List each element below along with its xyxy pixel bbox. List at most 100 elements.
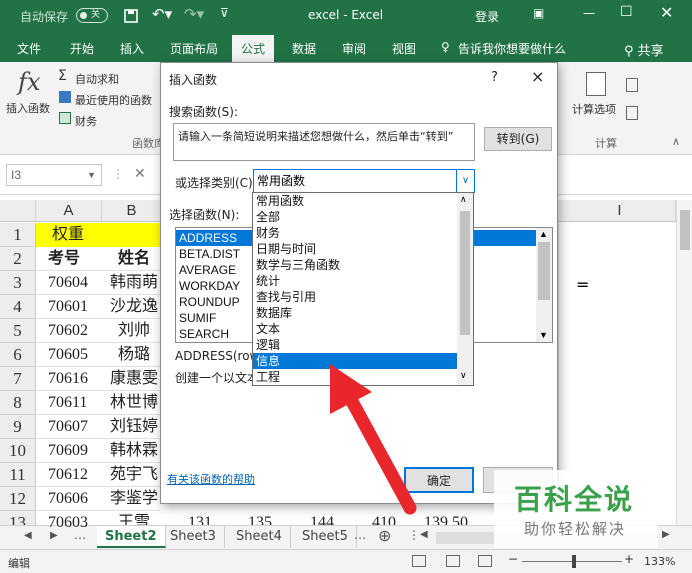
cell-a[interactable]: 70606: [48, 487, 88, 511]
cell-a[interactable]: 70603: [48, 511, 88, 535]
normal-view-icon[interactable]: [412, 555, 426, 567]
row-header[interactable]: 6: [0, 343, 36, 367]
tab-insert[interactable]: 插入: [120, 40, 144, 57]
row-header[interactable]: 2: [0, 247, 36, 271]
category-dropdown-list[interactable]: 常用函数 全部 财务 日期与时间 数学与三角函数 统计 查找与引用 数据库 文本 逻辑 信息 工程 ∧…: [252, 192, 474, 386]
login-link[interactable]: 登录: [475, 8, 499, 25]
page-layout-view-icon[interactable]: [446, 555, 460, 567]
tab-view[interactable]: 视图: [392, 40, 416, 57]
cell-b[interactable]: 沙龙逸: [110, 295, 158, 319]
sheet-tab-sheet4[interactable]: Sheet4: [228, 526, 291, 548]
cell-a[interactable]: 70605: [48, 343, 88, 367]
row-header[interactable]: 12: [0, 487, 36, 511]
redo-icon[interactable]: ↷▾: [184, 5, 204, 23]
calc-sheet-icon[interactable]: [626, 106, 638, 120]
cell-a[interactable]: 70607: [48, 415, 88, 439]
maximize-icon[interactable]: ☐: [620, 4, 633, 20]
prev-sheet-icon[interactable]: ◀: [24, 530, 32, 541]
zoom-in-icon[interactable]: +: [624, 552, 634, 566]
column-header-i[interactable]: I: [556, 200, 676, 222]
cell-b[interactable]: 韩雨萌: [110, 271, 158, 295]
cell-b[interactable]: 姓名: [118, 247, 150, 271]
function-help-link[interactable]: 有关该函数的帮助: [167, 471, 255, 487]
cell-b[interactable]: 韩林霖: [110, 439, 158, 463]
cell-a[interactable]: 考号: [48, 247, 80, 271]
zoom-out-icon[interactable]: −: [508, 552, 518, 566]
sheet-tab-sheet5[interactable]: Sheet5: [294, 526, 357, 548]
zoom-level[interactable]: 133%: [644, 555, 675, 568]
row-header[interactable]: 7: [0, 367, 36, 391]
row-header[interactable]: 3: [0, 271, 36, 295]
sheet-tab-sheet3[interactable]: Sheet3: [162, 526, 225, 548]
cell-a[interactable]: 70611: [48, 391, 87, 415]
more-sheets-icon-2[interactable]: …: [354, 528, 366, 542]
cell-b[interactable]: 苑宇飞: [110, 463, 158, 487]
category-option[interactable]: 全部: [253, 209, 457, 225]
scroll-left-icon[interactable]: ◀: [420, 529, 428, 540]
tab-file[interactable]: 文件: [17, 40, 41, 57]
row-header[interactable]: 9: [0, 415, 36, 439]
row-header[interactable]: 1: [0, 223, 36, 247]
cell-b[interactable]: 刘帅: [118, 319, 150, 343]
sheet-tab-sheet2[interactable]: Sheet2: [97, 526, 166, 548]
row-header[interactable]: 4: [0, 295, 36, 319]
cell-b[interactable]: 李鉴学: [110, 487, 158, 511]
share-button[interactable]: ⚲ 共享: [624, 40, 664, 59]
calc-now-icon[interactable]: [626, 78, 638, 92]
row-header[interactable]: 5: [0, 319, 36, 343]
row-header[interactable]: 8: [0, 391, 36, 415]
category-option[interactable]: 日期与时间: [253, 241, 457, 257]
row-header[interactable]: 11: [0, 463, 36, 487]
ribbon-display-icon[interactable]: ▣: [533, 6, 544, 20]
tab-page-layout[interactable]: 页面布局: [170, 40, 218, 57]
cell-a[interactable]: 70609: [48, 439, 88, 463]
add-sheet-icon[interactable]: ⊕: [378, 526, 391, 545]
tab-formulas[interactable]: 公式: [232, 35, 275, 62]
cell-b[interactable]: 杨璐: [118, 343, 150, 367]
cell-b[interactable]: 康惠雯: [110, 367, 158, 391]
tab-review[interactable]: 审阅: [342, 40, 366, 57]
tab-data[interactable]: 数据: [292, 40, 316, 57]
cell-a[interactable]: 70604: [48, 271, 88, 295]
row-header[interactable]: 10: [0, 439, 36, 463]
fx-icon[interactable]: fx: [18, 68, 40, 96]
tab-home[interactable]: 开始: [70, 40, 94, 57]
save-icon[interactable]: [124, 9, 138, 23]
category-option[interactable]: 统计: [253, 273, 457, 289]
close-window-icon[interactable]: ✕: [660, 3, 673, 22]
page-break-view-icon[interactable]: [478, 555, 492, 567]
customize-qat-icon[interactable]: ⊽: [220, 6, 229, 20]
goto-button[interactable]: 转到(G): [484, 127, 552, 151]
category-option[interactable]: 文本: [253, 321, 457, 337]
column-header-b[interactable]: B: [102, 200, 162, 222]
category-select[interactable]: 常用函数 ∨: [253, 169, 475, 193]
function-list-scrollbar[interactable]: ▲ ▼: [536, 228, 552, 342]
search-function-input[interactable]: 请输入一条简短说明来描述您想做什么，然后单击“转到”: [173, 123, 475, 161]
cell-a[interactable]: 70612: [48, 463, 88, 487]
tell-me-search[interactable]: 告诉我你想要做什么: [458, 40, 566, 57]
select-all-corner[interactable]: [0, 200, 36, 222]
dialog-close-icon[interactable]: ×: [531, 67, 544, 86]
minimize-icon[interactable]: —: [583, 6, 595, 20]
cell-i3-partial[interactable]: =: [576, 275, 589, 294]
category-option[interactable]: 查找与引用: [253, 289, 457, 305]
insert-function-button[interactable]: 插入函数: [6, 100, 50, 116]
calc-options-button[interactable]: 计算选项: [572, 101, 616, 117]
category-option[interactable]: 逻辑: [253, 337, 457, 353]
autosum-button[interactable]: 自动求和: [75, 71, 119, 87]
cell-a[interactable]: 70616: [48, 367, 88, 391]
autosave-toggle[interactable]: 关: [76, 8, 108, 23]
category-option[interactable]: 常用函数: [253, 193, 457, 209]
column-header-a[interactable]: A: [36, 200, 102, 222]
recent-functions-button[interactable]: 最近使用的函数: [75, 92, 152, 108]
tab-split-handle[interactable]: ⋮: [408, 528, 420, 542]
cell-b[interactable]: 林世博: [110, 391, 158, 415]
scroll-right-icon[interactable]: ▶: [662, 529, 670, 540]
cell-a[interactable]: 70602: [48, 319, 88, 343]
category-scrollbar[interactable]: ∧ ∨: [457, 193, 473, 385]
category-option[interactable]: 财务: [253, 225, 457, 241]
category-option[interactable]: 数学与三角函数: [253, 257, 457, 273]
category-option[interactable]: 数据库: [253, 305, 457, 321]
finance-button[interactable]: 财务: [75, 113, 97, 129]
cell-b[interactable]: 刘钰婷: [110, 415, 158, 439]
